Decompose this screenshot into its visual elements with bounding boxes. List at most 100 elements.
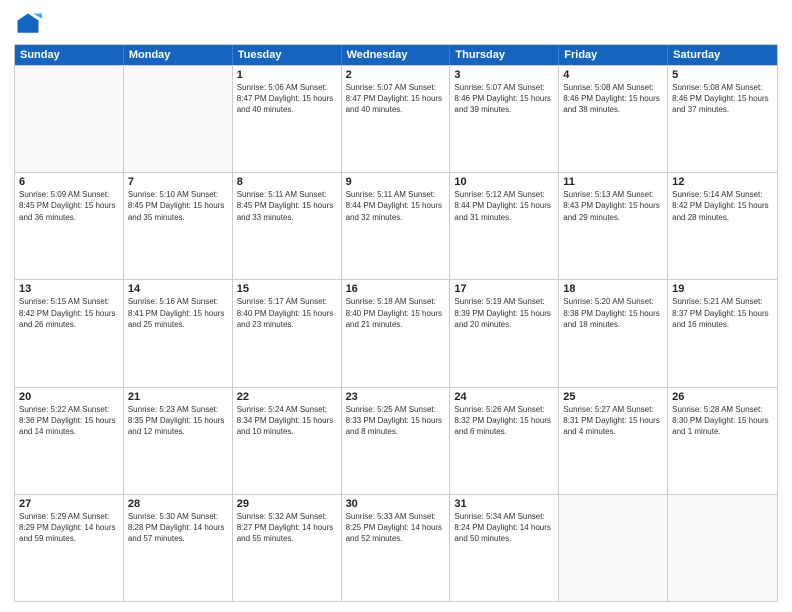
calendar-cell: 9Sunrise: 5:11 AM Sunset: 8:44 PM Daylig…: [342, 173, 451, 279]
day-info: Sunrise: 5:09 AM Sunset: 8:45 PM Dayligh…: [19, 189, 119, 223]
day-info: Sunrise: 5:07 AM Sunset: 8:47 PM Dayligh…: [346, 82, 446, 116]
calendar-cell: 26Sunrise: 5:28 AM Sunset: 8:30 PM Dayli…: [668, 388, 777, 494]
calendar-header-cell: Sunday: [15, 45, 124, 65]
calendar-cell: 24Sunrise: 5:26 AM Sunset: 8:32 PM Dayli…: [450, 388, 559, 494]
day-info: Sunrise: 5:11 AM Sunset: 8:44 PM Dayligh…: [346, 189, 446, 223]
day-info: Sunrise: 5:32 AM Sunset: 8:27 PM Dayligh…: [237, 511, 337, 545]
day-info: Sunrise: 5:08 AM Sunset: 8:46 PM Dayligh…: [563, 82, 663, 116]
calendar-cell: 11Sunrise: 5:13 AM Sunset: 8:43 PM Dayli…: [559, 173, 668, 279]
day-info: Sunrise: 5:28 AM Sunset: 8:30 PM Dayligh…: [672, 404, 773, 438]
calendar-cell: 1Sunrise: 5:06 AM Sunset: 8:47 PM Daylig…: [233, 66, 342, 172]
day-number: 18: [563, 283, 663, 295]
calendar-cell: [559, 495, 668, 601]
calendar-header-cell: Thursday: [450, 45, 559, 65]
day-info: Sunrise: 5:24 AM Sunset: 8:34 PM Dayligh…: [237, 404, 337, 438]
calendar-cell: 5Sunrise: 5:08 AM Sunset: 8:46 PM Daylig…: [668, 66, 777, 172]
calendar: SundayMondayTuesdayWednesdayThursdayFrid…: [14, 44, 778, 602]
day-info: Sunrise: 5:12 AM Sunset: 8:44 PM Dayligh…: [454, 189, 554, 223]
day-number: 3: [454, 69, 554, 81]
calendar-cell: 2Sunrise: 5:07 AM Sunset: 8:47 PM Daylig…: [342, 66, 451, 172]
day-info: Sunrise: 5:14 AM Sunset: 8:42 PM Dayligh…: [672, 189, 773, 223]
day-number: 26: [672, 391, 773, 403]
header: [14, 10, 778, 38]
day-number: 24: [454, 391, 554, 403]
calendar-cell: [15, 66, 124, 172]
day-number: 7: [128, 176, 228, 188]
calendar-cell: 7Sunrise: 5:10 AM Sunset: 8:45 PM Daylig…: [124, 173, 233, 279]
day-number: 22: [237, 391, 337, 403]
calendar-cell: 17Sunrise: 5:19 AM Sunset: 8:39 PM Dayli…: [450, 280, 559, 386]
calendar-cell: 8Sunrise: 5:11 AM Sunset: 8:45 PM Daylig…: [233, 173, 342, 279]
calendar-cell: 19Sunrise: 5:21 AM Sunset: 8:37 PM Dayli…: [668, 280, 777, 386]
calendar-body: 1Sunrise: 5:06 AM Sunset: 8:47 PM Daylig…: [15, 65, 777, 601]
day-info: Sunrise: 5:17 AM Sunset: 8:40 PM Dayligh…: [237, 296, 337, 330]
calendar-header-cell: Tuesday: [233, 45, 342, 65]
calendar-cell: 10Sunrise: 5:12 AM Sunset: 8:44 PM Dayli…: [450, 173, 559, 279]
calendar-cell: 4Sunrise: 5:08 AM Sunset: 8:46 PM Daylig…: [559, 66, 668, 172]
logo: [14, 10, 46, 38]
calendar-cell: 3Sunrise: 5:07 AM Sunset: 8:46 PM Daylig…: [450, 66, 559, 172]
calendar-header-cell: Saturday: [668, 45, 777, 65]
calendar-cell: 31Sunrise: 5:34 AM Sunset: 8:24 PM Dayli…: [450, 495, 559, 601]
calendar-cell: 28Sunrise: 5:30 AM Sunset: 8:28 PM Dayli…: [124, 495, 233, 601]
calendar-cell: 20Sunrise: 5:22 AM Sunset: 8:36 PM Dayli…: [15, 388, 124, 494]
day-info: Sunrise: 5:18 AM Sunset: 8:40 PM Dayligh…: [346, 296, 446, 330]
calendar-row: 20Sunrise: 5:22 AM Sunset: 8:36 PM Dayli…: [15, 387, 777, 494]
day-info: Sunrise: 5:27 AM Sunset: 8:31 PM Dayligh…: [563, 404, 663, 438]
calendar-cell: 14Sunrise: 5:16 AM Sunset: 8:41 PM Dayli…: [124, 280, 233, 386]
day-number: 4: [563, 69, 663, 81]
day-number: 10: [454, 176, 554, 188]
calendar-header-cell: Monday: [124, 45, 233, 65]
calendar-row: 27Sunrise: 5:29 AM Sunset: 8:29 PM Dayli…: [15, 494, 777, 601]
day-info: Sunrise: 5:06 AM Sunset: 8:47 PM Dayligh…: [237, 82, 337, 116]
day-number: 21: [128, 391, 228, 403]
calendar-header-cell: Friday: [559, 45, 668, 65]
calendar-cell: 6Sunrise: 5:09 AM Sunset: 8:45 PM Daylig…: [15, 173, 124, 279]
day-info: Sunrise: 5:30 AM Sunset: 8:28 PM Dayligh…: [128, 511, 228, 545]
calendar-cell: 30Sunrise: 5:33 AM Sunset: 8:25 PM Dayli…: [342, 495, 451, 601]
day-number: 30: [346, 498, 446, 510]
day-info: Sunrise: 5:13 AM Sunset: 8:43 PM Dayligh…: [563, 189, 663, 223]
day-number: 6: [19, 176, 119, 188]
day-info: Sunrise: 5:29 AM Sunset: 8:29 PM Dayligh…: [19, 511, 119, 545]
calendar-header: SundayMondayTuesdayWednesdayThursdayFrid…: [15, 45, 777, 65]
day-number: 5: [672, 69, 773, 81]
day-info: Sunrise: 5:23 AM Sunset: 8:35 PM Dayligh…: [128, 404, 228, 438]
day-number: 20: [19, 391, 119, 403]
day-number: 16: [346, 283, 446, 295]
day-number: 9: [346, 176, 446, 188]
calendar-cell: 12Sunrise: 5:14 AM Sunset: 8:42 PM Dayli…: [668, 173, 777, 279]
calendar-cell: 27Sunrise: 5:29 AM Sunset: 8:29 PM Dayli…: [15, 495, 124, 601]
day-number: 8: [237, 176, 337, 188]
day-info: Sunrise: 5:07 AM Sunset: 8:46 PM Dayligh…: [454, 82, 554, 116]
calendar-cell: 16Sunrise: 5:18 AM Sunset: 8:40 PM Dayli…: [342, 280, 451, 386]
calendar-row: 6Sunrise: 5:09 AM Sunset: 8:45 PM Daylig…: [15, 172, 777, 279]
day-number: 1: [237, 69, 337, 81]
calendar-header-cell: Wednesday: [342, 45, 451, 65]
day-info: Sunrise: 5:19 AM Sunset: 8:39 PM Dayligh…: [454, 296, 554, 330]
day-info: Sunrise: 5:34 AM Sunset: 8:24 PM Dayligh…: [454, 511, 554, 545]
calendar-cell: 21Sunrise: 5:23 AM Sunset: 8:35 PM Dayli…: [124, 388, 233, 494]
day-info: Sunrise: 5:10 AM Sunset: 8:45 PM Dayligh…: [128, 189, 228, 223]
day-number: 13: [19, 283, 119, 295]
day-info: Sunrise: 5:26 AM Sunset: 8:32 PM Dayligh…: [454, 404, 554, 438]
day-info: Sunrise: 5:20 AM Sunset: 8:38 PM Dayligh…: [563, 296, 663, 330]
day-info: Sunrise: 5:21 AM Sunset: 8:37 PM Dayligh…: [672, 296, 773, 330]
day-number: 14: [128, 283, 228, 295]
calendar-cell: 29Sunrise: 5:32 AM Sunset: 8:27 PM Dayli…: [233, 495, 342, 601]
day-number: 19: [672, 283, 773, 295]
day-info: Sunrise: 5:25 AM Sunset: 8:33 PM Dayligh…: [346, 404, 446, 438]
calendar-cell: [668, 495, 777, 601]
day-number: 31: [454, 498, 554, 510]
calendar-cell: [124, 66, 233, 172]
day-info: Sunrise: 5:08 AM Sunset: 8:46 PM Dayligh…: [672, 82, 773, 116]
day-info: Sunrise: 5:33 AM Sunset: 8:25 PM Dayligh…: [346, 511, 446, 545]
day-number: 12: [672, 176, 773, 188]
day-info: Sunrise: 5:16 AM Sunset: 8:41 PM Dayligh…: [128, 296, 228, 330]
day-number: 28: [128, 498, 228, 510]
day-number: 17: [454, 283, 554, 295]
calendar-cell: 22Sunrise: 5:24 AM Sunset: 8:34 PM Dayli…: [233, 388, 342, 494]
day-info: Sunrise: 5:22 AM Sunset: 8:36 PM Dayligh…: [19, 404, 119, 438]
calendar-cell: 15Sunrise: 5:17 AM Sunset: 8:40 PM Dayli…: [233, 280, 342, 386]
calendar-cell: 18Sunrise: 5:20 AM Sunset: 8:38 PM Dayli…: [559, 280, 668, 386]
